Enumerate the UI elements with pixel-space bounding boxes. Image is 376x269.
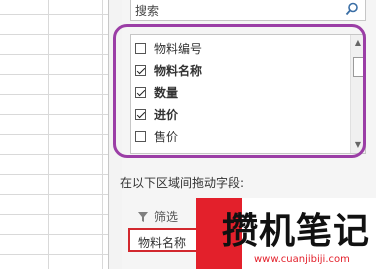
field-checkbox[interactable] xyxy=(135,130,146,142)
field-checkbox[interactable] xyxy=(135,42,146,54)
field-checkbox[interactable] xyxy=(135,64,146,76)
field-item-quantity[interactable]: 数量 xyxy=(135,83,178,101)
search-icon[interactable] xyxy=(345,2,359,16)
watermark-url: www.cuanjibiji.com xyxy=(254,254,350,265)
filter-drop-area[interactable]: 物料名称 xyxy=(128,228,204,252)
field-list-scrollbar[interactable]: ▲ ▼ xyxy=(350,35,365,153)
filter-label: 筛选 xyxy=(154,210,179,224)
field-label: 数量 xyxy=(154,85,179,100)
filter-icon xyxy=(138,211,148,222)
field-item-purchase-price[interactable]: 进价 xyxy=(135,105,178,123)
field-item-material-code[interactable]: 物料编号 xyxy=(135,39,202,57)
field-label: 进价 xyxy=(154,107,179,122)
search-placeholder: 搜索 xyxy=(135,4,160,18)
scroll-thumb[interactable] xyxy=(353,57,364,77)
field-checkbox[interactable] xyxy=(135,108,146,120)
areas-hint: 在以下区域间拖动字段: xyxy=(120,176,245,190)
field-item-sale-price[interactable]: 售价 xyxy=(135,127,178,145)
watermark: 攒机笔记 www.cuanjibiji.com xyxy=(196,198,376,269)
filter-field-chip[interactable]: 物料名称 xyxy=(138,234,186,251)
field-label: 售价 xyxy=(154,129,179,144)
spreadsheet-grid[interactable] xyxy=(0,0,108,269)
field-list: 物料编号 物料名称 数量 进价 售价 ▲ ▼ xyxy=(130,34,366,154)
field-label: 物料编号 xyxy=(154,41,203,56)
scroll-down-icon[interactable]: ▼ xyxy=(352,139,364,151)
field-label: 物料名称 xyxy=(154,63,203,78)
pane-splitter[interactable] xyxy=(108,0,123,269)
field-checkbox[interactable] xyxy=(135,86,146,98)
field-item-material-name[interactable]: 物料名称 xyxy=(135,61,202,79)
watermark-logo: 攒机笔记 xyxy=(222,211,371,252)
filter-area-header: 筛选 xyxy=(138,208,178,225)
search-input[interactable]: 搜索 xyxy=(130,0,366,21)
scroll-up-icon[interactable]: ▲ xyxy=(352,37,364,49)
